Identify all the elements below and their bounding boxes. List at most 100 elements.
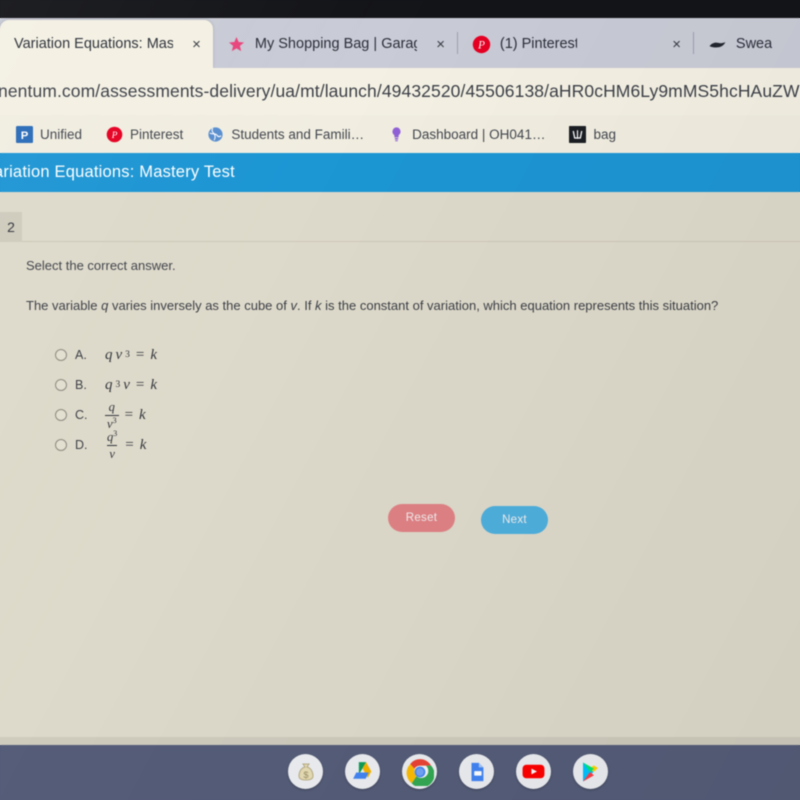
browser-tab-strip: Variation Equations: Mast × My Shopping … [0,18,800,68]
browser-tab-title: Swea [735,36,773,52]
bookmark-label: bag [593,126,616,142]
reset-button[interactable]: Reset [388,504,455,532]
shelf-icon-row: $ [288,754,608,789]
expr-v: v [123,376,130,393]
url-text[interactable]: nentum.com/assessments-delivery/ua/mt/la… [0,81,800,102]
omnibox-row: nentum.com/assessments-delivery/ua/mt/la… [0,68,800,115]
google-slides-icon[interactable] [459,754,494,789]
chrome-icon[interactable] [402,754,437,789]
expr-k: k [150,376,158,393]
browser-tab-title: Variation Equations: Mast [14,36,174,52]
money-bag-icon[interactable]: $ [288,754,323,789]
radio-button-a[interactable] [55,349,67,361]
stem-part-4: is the constant of variation, which equa… [321,298,719,313]
expr-q: q [105,346,113,363]
expr-exponent: 3 [112,415,117,425]
fraction-d: q3 v [105,428,119,461]
svg-text:P: P [111,130,118,140]
bookmark-unified[interactable]: P Unified [4,125,94,143]
equals-sign: = [135,346,145,363]
bookmark-students-and-families[interactable]: Students and Famili… [195,126,376,143]
bookmark-pinterest[interactable]: P Pinterest [94,126,195,143]
fraction-denominator: v3 [105,414,119,431]
pink-star-icon [227,35,246,54]
answer-choice-a[interactable]: A. q v 3 = k [55,340,157,370]
close-icon[interactable]: × [192,36,201,53]
svg-text:P: P [21,129,29,141]
browser-tab-1[interactable]: My Shopping Bag | Garage × [213,20,457,68]
expr-exponent: 3 [125,350,130,360]
browser-tab-title: My Shopping Bag | Garage [254,36,418,52]
answer-choice-list: A. q v 3 = k B. q 3 v = k C. q v3 = k D.… [55,340,157,460]
choice-expression-a: q v 3 = k [105,347,157,364]
page-title: ariation Equations: Mastery Test [0,163,235,181]
browser-tab-2[interactable]: P (1) Pinterest × [458,20,693,68]
expr-v: v [115,346,123,363]
instruction-text: Select the correct answer. [26,258,176,273]
lightbulb-icon [388,126,405,143]
bag-dark-icon [569,125,587,143]
fraction-c: q v3 [105,400,119,430]
choice-expression-b: q 3 v = k [105,377,157,394]
fraction-denominator: v [107,444,117,461]
answer-choice-b[interactable]: B. q 3 v = k [55,370,157,400]
bookmark-label: Pinterest [130,126,184,142]
equals-sign: = [135,376,145,393]
unified-p-icon: P [16,125,33,143]
question-stem: The variable q varies inversely as the c… [26,298,718,313]
youtube-icon[interactable] [516,754,551,789]
expr-q: q [105,376,113,393]
close-icon[interactable]: × [672,36,681,53]
bookmark-label: Dashboard | OH041… [412,126,546,142]
globe-icon [207,126,224,143]
expr-k: k [139,436,147,453]
answer-choice-d[interactable]: D. q3 v = k [55,428,157,461]
fraction-numerator: q3 [105,428,119,445]
svg-text:P: P [477,39,485,51]
question-number: 2 [0,212,22,242]
expr-k: k [139,406,146,423]
radio-button-c[interactable] [55,409,67,421]
radio-button-b[interactable] [55,379,67,391]
choice-label-b: B. [75,378,87,392]
close-icon[interactable]: × [436,36,445,53]
bookmark-dashboard[interactable]: Dashboard | OH041… [376,126,557,143]
choice-expression-d: q3 v = k [105,428,147,461]
bookmark-label: Unified [40,126,83,142]
next-button[interactable]: Next [481,506,548,534]
answer-choice-c[interactable]: C. q v3 = k [55,400,157,430]
expr-exponent: 3 [113,428,118,438]
question-number-strip [0,216,800,242]
google-drive-icon[interactable] [345,754,380,789]
browser-tab-title: (1) Pinterest [499,36,578,52]
google-play-icon[interactable] [573,754,608,789]
equals-sign: = [125,436,134,453]
pinterest-icon: P [106,126,123,143]
browser-tab-3[interactable]: Swea [694,20,800,68]
pinterest-icon: P [472,35,491,54]
stem-part-3: . If [296,298,316,313]
bookmarks-bar: P Unified P Pinterest Students and Famil… [0,115,800,153]
svg-text:$: $ [303,770,308,780]
choice-expression-c: q v3 = k [105,400,146,430]
stem-part-1: The variable [26,298,102,313]
choice-label-c: C. [75,408,88,422]
choice-label-d: D. [75,438,88,452]
fraction-numerator: q [107,400,117,415]
expr-k: k [150,346,158,363]
assessment-body: 2 Select the correct answer. The variabl… [0,192,800,788]
chromeos-shelf: $ [0,745,800,800]
radio-button-d[interactable] [55,439,67,451]
action-button-row: Reset Next [388,504,548,534]
bookmark-label: Students and Famili… [231,126,365,142]
expr-exponent: 3 [115,380,121,390]
choice-label-a: A. [75,348,87,362]
dark-shape-icon [708,35,727,54]
expr-q: q [108,400,115,414]
browser-tab-0[interactable]: Variation Equations: Mast × [0,20,213,68]
stem-part-2: varies inversely as the cube of [108,298,291,313]
equals-sign: = [124,406,134,423]
assessment-header: ariation Equations: Mastery Test [0,153,800,192]
bookmark-bag[interactable]: bag [557,125,628,143]
chromebook-screen: Variation Equations: Mast × My Shopping … [0,0,800,800]
